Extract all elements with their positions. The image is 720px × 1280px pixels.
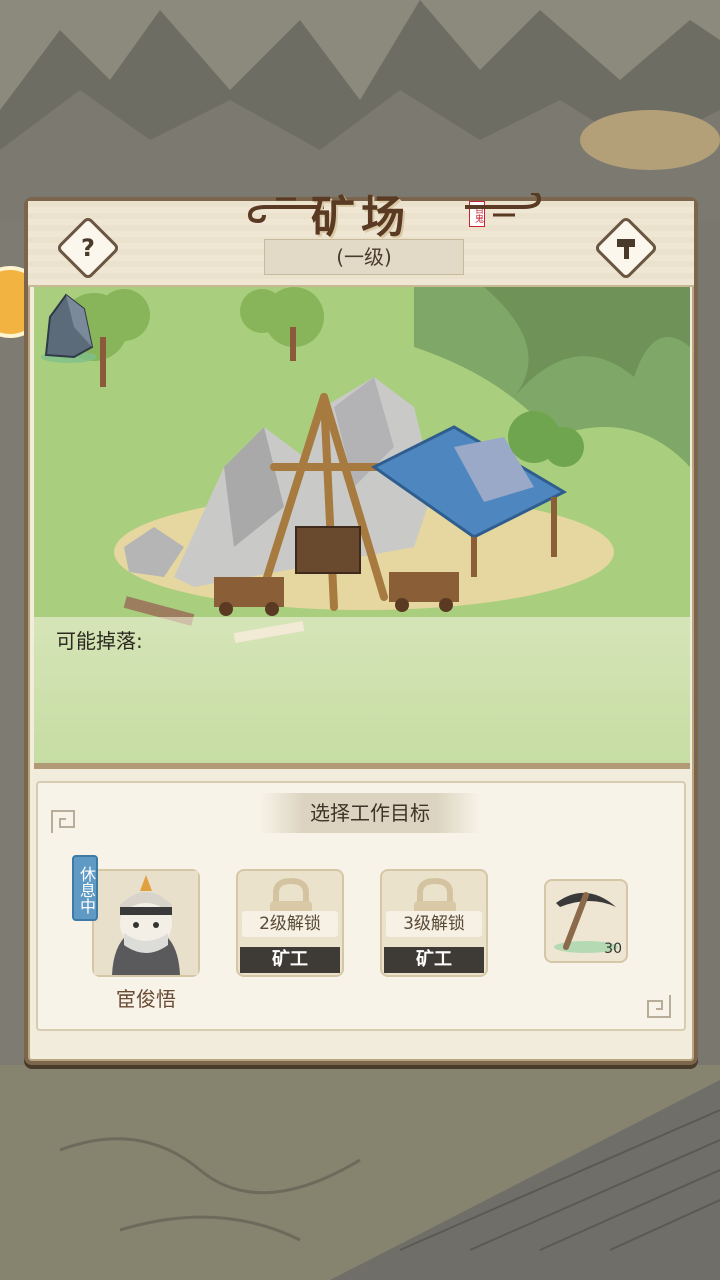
role-label: 矿工 [384,947,484,973]
worker-portrait [94,871,198,975]
cloud-ornament-right [465,193,542,217]
work-target-section: 选择工作目标 休息中 宦俊悟 2级解锁 矿工 3级解锁 矿工 30 [36,781,686,1031]
hammer-icon [617,239,635,259]
panel-header: 矿场 百鬼 (一级) ? [28,192,694,287]
tool-count: 30 [604,941,622,957]
fret-corner-ornament [51,810,75,833]
mine-scene-illustration: 可能掉落: [34,287,690,769]
unlock-requirement: 3级解锁 [386,911,482,937]
fret-corner-ornament [647,995,671,1018]
unlock-requirement: 2级解锁 [242,911,338,937]
worker-card[interactable] [92,869,200,977]
mine-building-panel: 矿场 百鬼 (一级) ? 可能掉落: 选择工作目标 休息中 宦俊悟 2级解锁 矿… [24,192,698,1065]
building-title: 矿场 [311,192,411,243]
ore-rock-icon[interactable] [34,287,104,367]
worker-name: 宦俊悟 [116,987,176,1011]
locked-slot[interactable]: 2级解锁 矿工 [236,869,344,977]
question-mark-icon: ? [81,234,95,262]
section-title: 选择工作目标 [260,793,480,833]
building-level: (一级) [264,239,464,275]
tool-slot[interactable]: 30 [544,879,628,963]
locked-slot[interactable]: 3级解锁 矿工 [380,869,488,977]
status-badge: 休息中 [72,855,98,921]
role-label: 矿工 [240,947,340,973]
drops-label: 可能掉落: [56,629,143,653]
